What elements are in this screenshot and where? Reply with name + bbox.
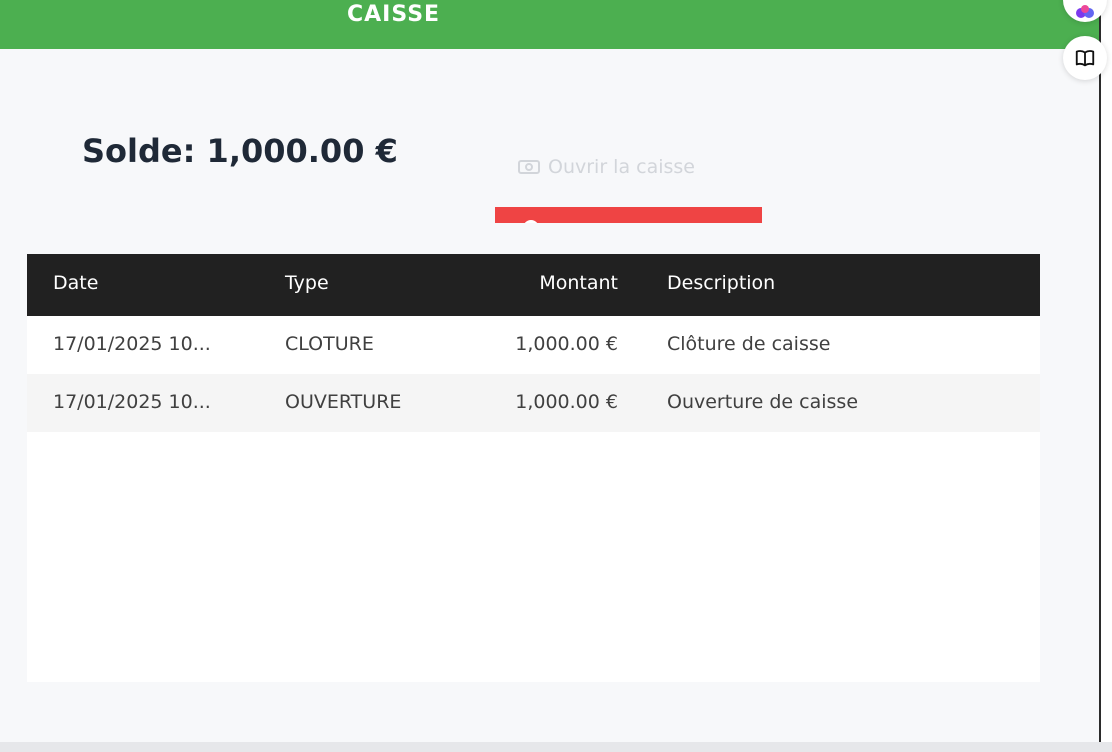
top-bar: CAISSE: [0, 0, 1099, 49]
side-panel-strip: [1101, 0, 1112, 742]
table-row[interactable]: 17/01/2025 10... CLOTURE 1,000.00 € Clôt…: [27, 316, 1040, 374]
page-title: CAISSE: [347, 2, 441, 27]
book-icon: [1075, 50, 1095, 67]
column-header-amount[interactable]: Montant: [539, 272, 618, 294]
close-register-button[interactable]: [495, 207, 762, 223]
cash-icon: [518, 160, 540, 174]
book-button[interactable]: [1063, 36, 1107, 80]
app-logo-icon: [1076, 5, 1094, 18]
column-header-type[interactable]: Type: [285, 272, 329, 294]
open-register-label: Ouvrir la caisse: [548, 156, 695, 178]
cell-amount: 1,000.00 €: [515, 333, 618, 355]
balance-label: Solde: 1,000.00 €: [82, 132, 398, 170]
cell-description: Clôture de caisse: [667, 333, 831, 355]
cell-date: 17/01/2025 10...: [53, 333, 211, 355]
table-header: Date Type Montant Description: [27, 254, 1040, 316]
cell-date: 17/01/2025 10...: [53, 391, 211, 413]
open-register-button[interactable]: Ouvrir la caisse: [518, 154, 695, 180]
cell-type: OUVERTURE: [285, 391, 402, 413]
column-header-date[interactable]: Date: [53, 272, 98, 294]
cell-amount: 1,000.00 €: [515, 391, 618, 413]
cell-type: CLOTURE: [285, 333, 374, 355]
transactions-table: Date Type Montant Description 17/01/2025…: [27, 254, 1040, 682]
cell-description: Ouverture de caisse: [667, 391, 859, 413]
button-icon: [523, 220, 539, 223]
table-row[interactable]: 17/01/2025 10... OUVERTURE 1,000.00 € Ou…: [27, 374, 1040, 432]
column-header-description[interactable]: Description: [667, 272, 775, 294]
bottom-bar: [0, 742, 1112, 752]
